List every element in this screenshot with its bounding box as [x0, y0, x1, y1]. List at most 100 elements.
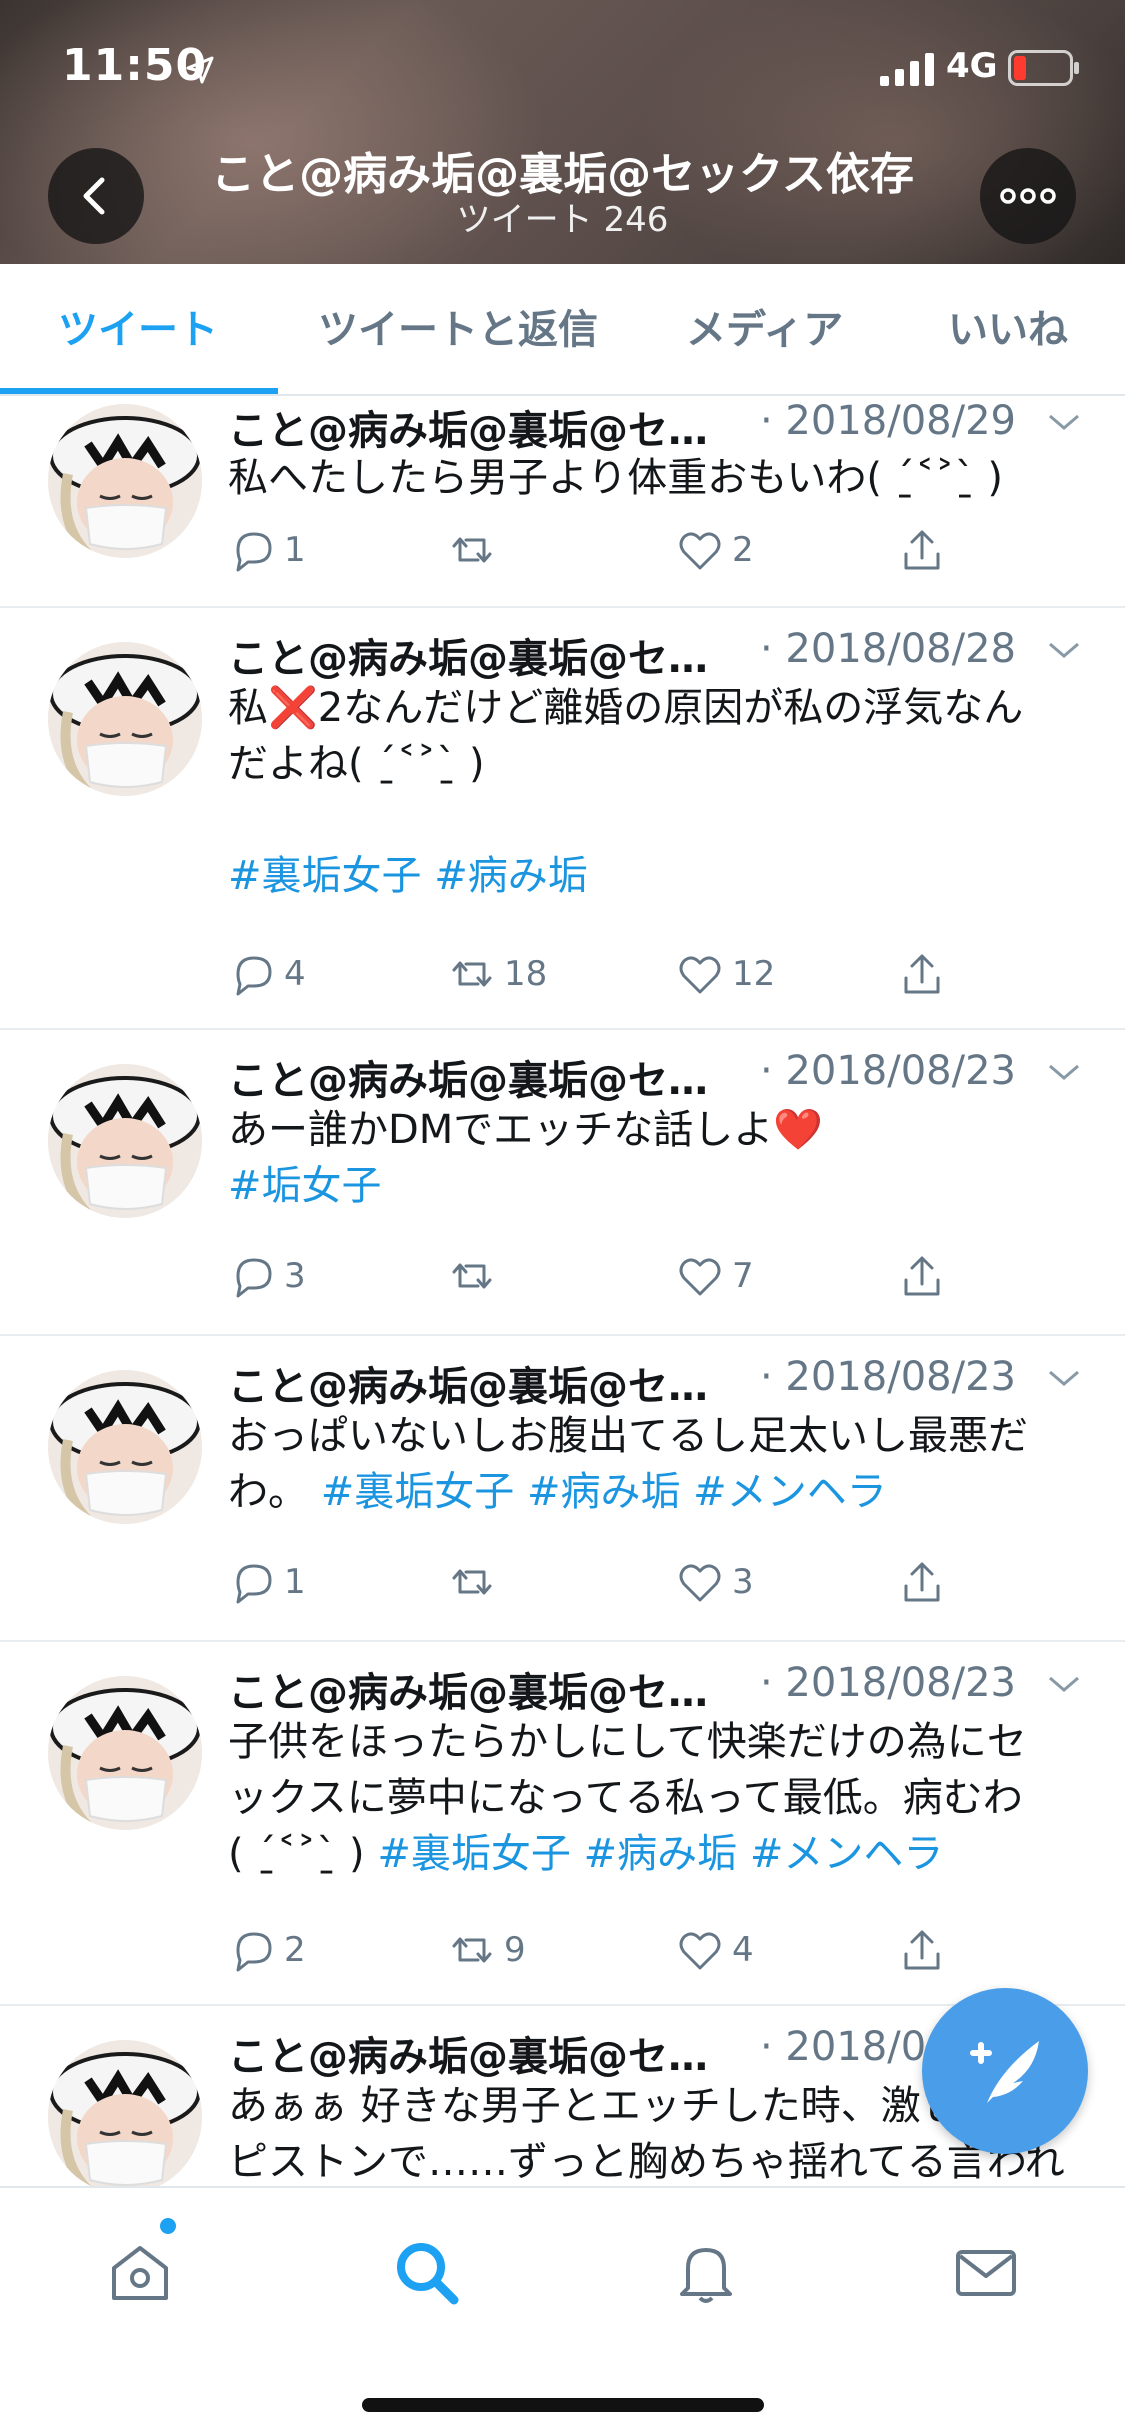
tweet-item[interactable]: こと@病み垢@裏垢@セ… · 2018/08/23 あー誰かDMでエッチな話しよ…: [0, 1030, 1125, 1336]
tab-tweets[interactable]: ツイート: [58, 264, 218, 396]
tweet-text: あー誰かDMでエッチな話しよ❤️ #垢女子: [228, 1102, 1088, 1214]
nav-search[interactable]: [390, 2236, 462, 2308]
reply-count: 4: [284, 954, 306, 994]
reply-button[interactable]: 2: [228, 1922, 306, 1978]
more-dots-icon: [1000, 188, 1056, 204]
like-button[interactable]: 4: [676, 1922, 754, 1978]
tab-likes[interactable]: いいね: [948, 264, 1068, 396]
share-icon: [904, 1256, 940, 1296]
tweet-item[interactable]: こと@病み垢@裏垢@セ… · 2018/08/23 おっぱいないしお腹出てるし足…: [0, 1336, 1125, 1642]
nav-messages[interactable]: [950, 2236, 1022, 2308]
bell-icon: [680, 2248, 732, 2303]
tweet-item[interactable]: こと@病み垢@裏垢@セ… · 2018/08/23 子供をほったらかしにして快楽…: [0, 1642, 1125, 2006]
like-count: 2: [732, 530, 754, 570]
reply-button[interactable]: 1: [228, 1554, 306, 1610]
tweet-actions: 2 9 4: [228, 1922, 1088, 1978]
tweet-date: · 2018/08/28: [760, 626, 1016, 672]
retweet-icon: [452, 537, 492, 563]
share-button[interactable]: [898, 522, 946, 578]
battery-low-icon: [1008, 50, 1079, 86]
profile-header-banner: 11:50 4G こと@病み垢@裏垢@セックス依存 ツイート 246: [0, 0, 1125, 264]
retweet-button[interactable]: [448, 1248, 504, 1304]
tweet-author-name[interactable]: こと@病み垢@裏垢@セ…: [228, 626, 708, 684]
active-tab-indicator: [0, 388, 278, 394]
tweet-item[interactable]: こと@病み垢@裏垢@セ… · 2018/08/28 私❌2なんだけど離婚の原因が…: [0, 608, 1125, 1030]
share-icon: [904, 954, 940, 994]
retweet-button[interactable]: 18: [448, 946, 547, 1002]
share-icon: [904, 530, 940, 570]
retweet-count: 18: [504, 954, 548, 994]
hashtag-link[interactable]: #垢女子: [228, 1158, 1088, 1214]
avatar[interactable]: [48, 1676, 202, 1830]
retweet-icon: [452, 1263, 492, 1289]
avatar[interactable]: [48, 404, 202, 558]
reply-icon: [236, 956, 272, 996]
avatar[interactable]: [48, 1370, 202, 1524]
compose-tweet-button[interactable]: [922, 1988, 1088, 2154]
chevron-down-icon[interactable]: [1046, 1060, 1082, 1084]
chevron-down-icon[interactable]: [1046, 1672, 1082, 1696]
like-button[interactable]: 2: [676, 522, 754, 578]
hashtag-link[interactable]: #裏垢女子 #病み垢 #メンヘラ: [321, 1469, 887, 1515]
share-button[interactable]: [898, 1248, 946, 1304]
nav-notifications[interactable]: [670, 2236, 742, 2308]
like-count: 3: [732, 1562, 754, 1602]
tweet-header: こと@病み垢@裏垢@セ… · 2018/08/23: [228, 1354, 1088, 1410]
like-button[interactable]: 12: [676, 946, 775, 1002]
more-options-button[interactable]: [980, 148, 1076, 244]
like-button[interactable]: 7: [676, 1248, 754, 1304]
back-chevron-icon: [83, 177, 105, 215]
reply-button[interactable]: 3: [228, 1248, 306, 1304]
tweet-count: ツイート 246: [456, 200, 669, 240]
reply-button[interactable]: 4: [228, 946, 306, 1002]
retweet-icon: [452, 961, 492, 987]
retweet-button[interactable]: 9: [448, 1922, 526, 1978]
reply-icon: [236, 1932, 272, 1972]
retweet-button[interactable]: [448, 1554, 504, 1610]
tweet-feed[interactable]: こと@病み垢@裏垢@セ… · 2018/08/29 私へたしたら男子より体重おも…: [0, 396, 1125, 2186]
chevron-down-icon[interactable]: [1046, 410, 1082, 434]
tweet-date: · 2018/08/29: [760, 398, 1016, 444]
tweet-header: こと@病み垢@裏垢@セ… · 2018/08/29: [228, 398, 1088, 454]
home-indicator: [362, 2398, 764, 2412]
tweet-text: 私へたしたら男子より体重おもいわ( ˊ̱˂˃ˋ̱ ): [228, 455, 1004, 501]
tweet-header: こと@病み垢@裏垢@セ… · 2018/08/28: [228, 626, 1088, 682]
tweet-author-name[interactable]: こと@病み垢@裏垢@セ…: [228, 1354, 708, 1412]
profile-tabs: ツイート ツイートと返信 メディア いいね: [0, 264, 1125, 396]
tweet-author-name[interactable]: こと@病み垢@裏垢@セ…: [228, 2024, 708, 2082]
reply-count: 1: [284, 1562, 306, 1602]
location-arrow-icon: [186, 56, 214, 84]
heart-icon: [679, 1258, 721, 1296]
share-icon: [904, 1562, 940, 1602]
tweet-actions: 1 3: [228, 1554, 1088, 1610]
back-button[interactable]: [48, 148, 144, 244]
hashtag-link[interactable]: #裏垢女子 #病み垢: [228, 848, 1088, 904]
mail-icon: [956, 2250, 1016, 2296]
tweet-author-name[interactable]: こと@病み垢@裏垢@セ…: [228, 398, 708, 456]
hashtag-link[interactable]: #裏垢女子 #病み垢 #メンヘラ: [377, 1831, 943, 1877]
tweet-header: こと@病み垢@裏垢@セ… · 2018/08/23: [228, 1048, 1088, 1104]
tweet-header: こと@病み垢@裏垢@セ… · 2018/08/23: [228, 1660, 1088, 1716]
tab-media[interactable]: メディア: [686, 264, 843, 396]
tab-tweets-and-replies[interactable]: ツイートと返信: [318, 264, 598, 396]
heart-icon: [679, 532, 721, 570]
chevron-down-icon[interactable]: [1046, 638, 1082, 662]
chevron-down-icon[interactable]: [1046, 1366, 1082, 1390]
share-button[interactable]: [898, 1554, 946, 1610]
share-button[interactable]: [898, 946, 946, 1002]
avatar[interactable]: [48, 1064, 202, 1218]
tweet-author-name[interactable]: こと@病み垢@裏垢@セ…: [228, 1048, 708, 1106]
tweet-item[interactable]: こと@病み垢@裏垢@セ… · 2018/08/29 私へたしたら男子より体重おも…: [0, 396, 1125, 608]
nav-home[interactable]: [104, 2236, 176, 2308]
tweet-actions: 4 18 12: [228, 946, 1088, 1002]
like-count: 7: [732, 1256, 754, 1296]
avatar[interactable]: [48, 642, 202, 796]
reply-count: 1: [284, 530, 306, 570]
reply-button[interactable]: 1: [228, 522, 306, 578]
avatar[interactable]: [48, 2040, 202, 2186]
share-button[interactable]: [898, 1922, 946, 1978]
compose-feather-icon: [970, 2041, 1039, 2103]
like-button[interactable]: 3: [676, 1554, 754, 1610]
retweet-button[interactable]: [448, 522, 504, 578]
tweet-author-name[interactable]: こと@病み垢@裏垢@セ…: [228, 1660, 708, 1718]
